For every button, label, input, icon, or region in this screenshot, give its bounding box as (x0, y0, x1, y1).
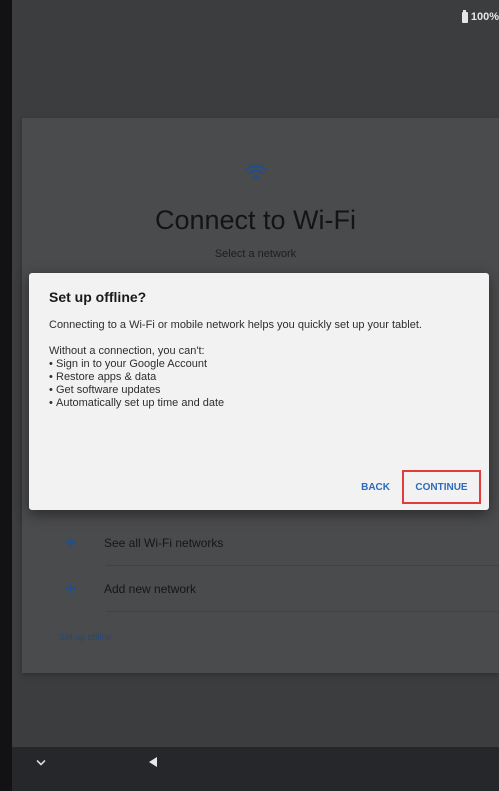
add-network-label: Add new network (104, 582, 197, 596)
set-up-offline-dialog: Set up offline? Connecting to a Wi-Fi or… (29, 273, 489, 510)
nav-bar (12, 747, 499, 791)
battery-icon (461, 9, 468, 23)
plus-icon: + (64, 530, 77, 555)
limitations-list: Sign in to your Google Account Restore a… (49, 358, 474, 410)
plus-icon: + (64, 576, 77, 601)
back-icon[interactable] (147, 756, 159, 768)
back-button[interactable]: BACK (361, 482, 390, 493)
see-all-networks-item[interactable]: + See all Wi-Fi networks (22, 520, 499, 566)
list-item: Get software updates (49, 384, 474, 397)
dialog-actions: BACK CONTINUE (361, 470, 481, 504)
page-title: Connect to Wi-Fi (154, 205, 357, 235)
dialog-lead: Without a connection, you can't: (49, 345, 205, 357)
dialog-message: Connecting to a Wi-Fi or mobile network … (49, 319, 422, 331)
network-actions: + See all Wi-Fi networks + Add new netwo… (22, 520, 499, 612)
see-all-networks-label: See all Wi-Fi networks (104, 536, 224, 550)
page-subtitle: Select a network (214, 248, 297, 260)
chevron-down-icon[interactable] (36, 758, 46, 768)
wifi-icon (245, 164, 267, 180)
add-network-item[interactable]: + Add new network (22, 566, 499, 612)
battery-level: 100% (470, 11, 499, 23)
dialog-title: Set up offline? (49, 289, 147, 305)
set-up-offline-link[interactable]: Set up offline (59, 632, 111, 642)
continue-button[interactable]: CONTINUE (402, 470, 481, 504)
list-item: Automatically set up time and date (49, 397, 474, 410)
status-bar: 100% (461, 8, 499, 26)
list-item: Sign in to your Google Account (49, 358, 474, 371)
list-item: Restore apps & data (49, 371, 474, 384)
dialog-body: Connecting to a Wi-Fi or mobile network … (49, 319, 474, 410)
